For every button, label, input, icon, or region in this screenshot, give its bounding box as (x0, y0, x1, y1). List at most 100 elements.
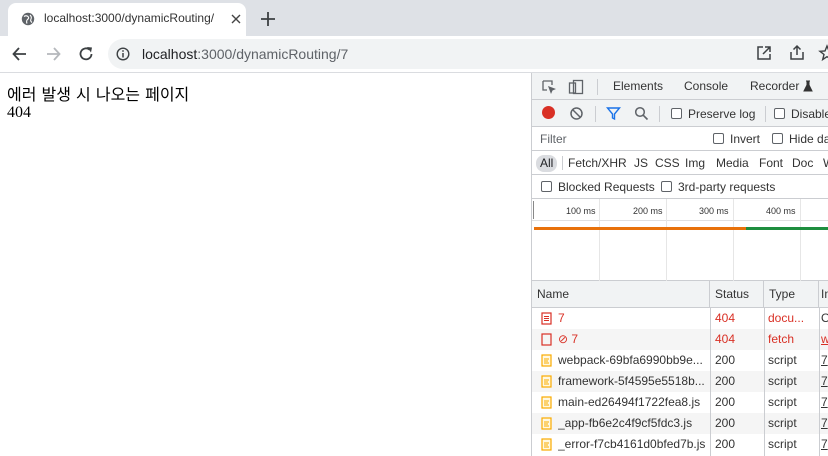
toolbar-separator (765, 106, 766, 122)
info-icon[interactable] (116, 47, 130, 61)
filter-row: Invert Hide da (532, 127, 828, 151)
timeline-waiting-bar (534, 227, 746, 230)
toolbar-separator (659, 106, 660, 122)
type-filter-ws[interactable]: W (823, 156, 828, 170)
request-name[interactable]: webpack-69bfa6990bb9e... (558, 350, 708, 371)
tab-elements[interactable]: Elements (613, 79, 663, 93)
tab-title: localhost:3000/dynamicRouting/ (44, 11, 215, 25)
request-initiator[interactable]: 7 (821, 371, 828, 392)
star-icon[interactable] (818, 44, 828, 62)
table-row[interactable]: main-ed26494f1722fea8.js 200 script 7 (532, 392, 828, 413)
request-status: 200 (715, 395, 736, 409)
tab-console[interactable]: Console (684, 79, 728, 93)
blocked-requests-label: Blocked Requests (558, 180, 655, 194)
request-initiator[interactable]: w (821, 329, 828, 350)
blocked-requests-checkbox[interactable] (541, 181, 552, 192)
request-type: fetch (768, 332, 795, 346)
request-name[interactable]: ⊘ 7 (558, 329, 708, 350)
preserve-log-label: Preserve log (688, 107, 756, 121)
timeline-tick-label: 300 ms (699, 206, 729, 216)
request-name[interactable]: 7 (558, 308, 708, 329)
column-header-status[interactable]: Status (710, 281, 764, 308)
invert-label: Invert (730, 132, 761, 146)
request-name[interactable]: _app-fb6e2c4f9cf5fdc3.js (558, 413, 708, 434)
device-toolbar-icon[interactable] (568, 79, 584, 95)
error-page-heading: 에러 발생 시 나오는 페이지 (7, 85, 190, 104)
back-icon[interactable] (10, 44, 30, 64)
column-header-initiator[interactable]: In (819, 281, 828, 308)
request-initiator[interactable]: 7 (821, 434, 828, 455)
filter-input[interactable] (536, 130, 701, 148)
document-icon (541, 312, 552, 325)
record-icon[interactable] (542, 106, 555, 119)
fetch-icon (541, 333, 552, 346)
type-filter-css[interactable]: CSS (655, 156, 680, 170)
table-row[interactable]: framework-5f4595e5518b... 200 script 7 (532, 371, 828, 392)
filter-icon[interactable] (606, 106, 621, 121)
devtools-tab-bar: Elements Console Recorder (532, 73, 828, 100)
type-filter-media[interactable]: Media (716, 156, 749, 170)
plus-icon[interactable] (258, 9, 278, 29)
script-icon (541, 396, 552, 409)
network-toolbar: Preserve log Disable (532, 100, 828, 127)
request-type: docu... (768, 311, 805, 325)
request-name[interactable]: main-ed26494f1722fea8.js (558, 392, 708, 413)
column-header-name[interactable]: Name (532, 281, 710, 308)
timeline-gridline (733, 199, 734, 281)
request-initiator[interactable]: 7 (821, 392, 828, 413)
table-row[interactable]: _app-fb6e2c4f9cf5fdc3.js 200 script 7 (532, 413, 828, 434)
browser-tab[interactable]: localhost:3000/dynamicRouting/ (8, 3, 246, 36)
search-icon[interactable] (634, 106, 649, 121)
disable-cache-checkbox[interactable] (774, 108, 785, 119)
script-icon (541, 375, 552, 388)
close-icon[interactable] (229, 12, 243, 26)
table-row[interactable]: 7 404 docu... O (532, 308, 828, 329)
timeline-gridline (599, 199, 600, 281)
invert-checkbox[interactable] (713, 133, 724, 144)
request-status: 200 (715, 437, 736, 451)
open-in-new-icon[interactable] (755, 44, 773, 62)
type-filter-js[interactable]: JS (634, 156, 648, 170)
preserve-log-checkbox[interactable] (671, 108, 682, 119)
column-divider (819, 308, 820, 456)
browser-window: localhost:3000/dynamicRouting/ localhost… (0, 0, 828, 456)
request-initiator[interactable]: 7 (821, 350, 828, 371)
url-text[interactable]: localhost:3000/dynamicRouting/7 (142, 46, 348, 62)
request-status: 404 (715, 311, 736, 325)
browser-toolbar: localhost:3000/dynamicRouting/7 (0, 36, 828, 73)
timeline-tick-label: 400 ms (766, 206, 796, 216)
error-status-code: 404 (7, 104, 31, 121)
type-filter-doc[interactable]: Doc (792, 156, 813, 170)
address-bar[interactable]: localhost:3000/dynamicRouting/7 (108, 39, 828, 69)
timeline-tick-label: 200 ms (633, 206, 663, 216)
toolbar-separator (595, 106, 596, 122)
type-filter-fetch-xhr[interactable]: Fetch/XHR (568, 156, 627, 170)
third-party-requests-checkbox[interactable] (661, 181, 672, 192)
inspect-element-icon[interactable] (541, 79, 557, 95)
tab-recorder[interactable]: Recorder (750, 79, 799, 93)
disable-cache-label: Disable (791, 107, 828, 121)
type-filter-font[interactable]: Font (759, 156, 783, 170)
forward-icon[interactable] (43, 44, 63, 64)
type-filter-all[interactable]: All (536, 155, 558, 172)
url-host: localhost (142, 46, 198, 62)
type-filter-img[interactable]: Img (685, 156, 705, 170)
share-icon[interactable] (788, 44, 806, 62)
request-name[interactable]: _error-f7cb4161d0bfed7b.js (558, 434, 708, 455)
globe-icon (21, 12, 35, 26)
table-row[interactable]: webpack-69bfa6990bb9e... 200 script 7 (532, 350, 828, 371)
table-row[interactable]: ⊘ 7 404 fetch w (532, 329, 828, 350)
timeline-gridline (666, 199, 667, 281)
request-name[interactable]: framework-5f4595e5518b... (558, 371, 708, 392)
clear-icon[interactable] (569, 106, 584, 121)
reload-icon[interactable] (76, 44, 96, 64)
column-header-type[interactable]: Type (764, 281, 819, 308)
table-row[interactable]: _error-f7cb4161d0bfed7b.js 200 script 7 (532, 434, 828, 455)
request-status: 404 (715, 332, 736, 346)
network-overview-timeline[interactable]: 100 ms 200 ms 300 ms 400 ms (532, 199, 828, 281)
request-type: script (768, 353, 797, 367)
request-initiator[interactable]: 7 (821, 413, 828, 434)
hide-data-urls-checkbox[interactable] (772, 133, 783, 144)
type-filter-separator (562, 156, 563, 170)
request-initiator[interactable]: O (821, 308, 828, 329)
